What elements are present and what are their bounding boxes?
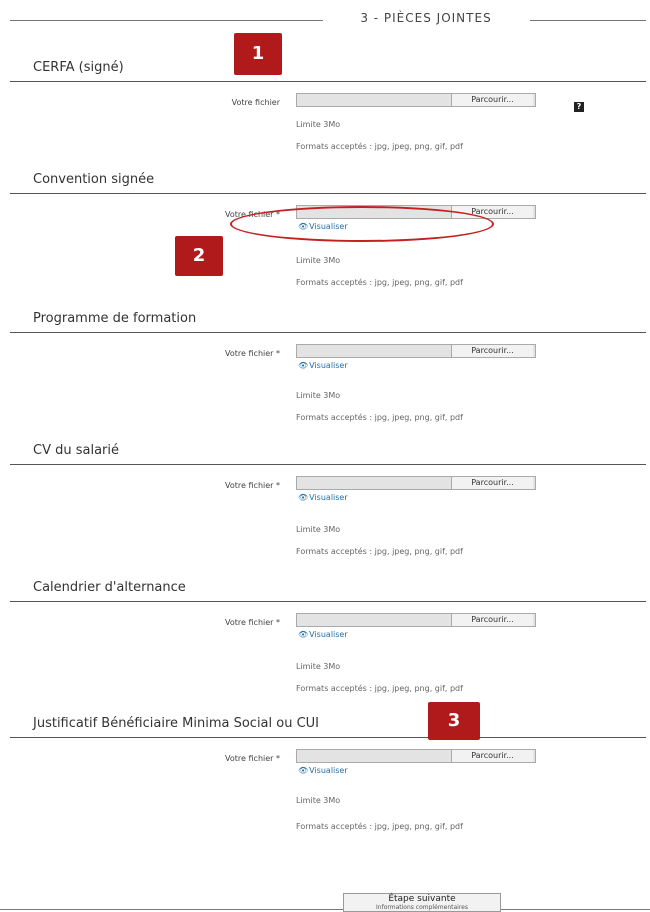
annotation-highlight-ellipse	[230, 206, 494, 242]
size-limit: Limite 3Mo	[296, 120, 341, 129]
page-title: 3 - PIÈCES JOINTES	[360, 11, 492, 25]
header-rule-right	[530, 20, 646, 21]
section-programme: Programme de formation Votre fichier * P…	[0, 311, 650, 451]
file-input-calendrier[interactable]: Parcourir...	[296, 613, 536, 627]
size-limit: Limite 3Mo	[296, 796, 341, 805]
header-rule-left	[10, 20, 323, 21]
visualize-link[interactable]: 👁Visualiser	[298, 766, 348, 775]
section-divider	[10, 193, 646, 194]
section-title: CV du salarié	[33, 443, 119, 458]
section-divider	[10, 464, 646, 465]
eye-icon: 👁	[298, 493, 309, 502]
eye-icon: 👁	[298, 766, 309, 775]
visualize-link[interactable]: 👁Visualiser	[298, 630, 348, 639]
browse-button[interactable]: Parcourir...	[451, 750, 533, 762]
browse-button[interactable]: Parcourir...	[451, 345, 533, 357]
accepted-formats: Formats acceptés : jpg, jpeg, png, gif, …	[296, 822, 463, 831]
accepted-formats: Formats acceptés : jpg, jpeg, png, gif, …	[296, 142, 463, 151]
file-field-label: Votre fichier *	[225, 481, 280, 490]
file-input-cv[interactable]: Parcourir...	[296, 476, 536, 490]
browse-button[interactable]: Parcourir...	[451, 614, 533, 626]
annotation-badge-3: 3	[428, 702, 480, 740]
section-divider	[10, 601, 646, 602]
visualize-label: Visualiser	[309, 766, 348, 775]
file-input-justificatif[interactable]: Parcourir...	[296, 749, 536, 763]
accepted-formats: Formats acceptés : jpg, jpeg, png, gif, …	[296, 684, 463, 693]
section-divider	[10, 332, 646, 333]
file-field-label: Votre fichier *	[225, 618, 280, 627]
file-input-cerfa[interactable]: Parcourir...	[296, 93, 536, 107]
visualize-link[interactable]: 👁Visualiser	[298, 361, 348, 370]
visualize-label: Visualiser	[309, 630, 348, 639]
annotation-badge-1: 1	[234, 33, 282, 75]
footer-rule-left	[0, 909, 343, 910]
size-limit: Limite 3Mo	[296, 662, 341, 671]
section-divider	[10, 737, 646, 738]
section-title: Calendrier d'alternance	[33, 580, 186, 595]
section-calendrier: Calendrier d'alternance Votre fichier * …	[0, 580, 650, 720]
section-title: Justificatif Bénéficiaire Minima Social …	[33, 716, 320, 731]
size-limit: Limite 3Mo	[296, 391, 341, 400]
visualize-label: Visualiser	[309, 361, 348, 370]
accepted-formats: Formats acceptés : jpg, jpeg, png, gif, …	[296, 547, 463, 556]
footer-rule-right	[501, 909, 650, 910]
visualize-label: Visualiser	[309, 493, 348, 502]
size-limit: Limite 3Mo	[296, 525, 341, 534]
section-title: Programme de formation	[33, 311, 197, 326]
file-field-label: Votre fichier *	[225, 349, 280, 358]
section-title: Convention signée	[33, 172, 155, 187]
browse-button[interactable]: Parcourir...	[451, 94, 533, 106]
next-step-label: Étape suivante	[388, 894, 456, 904]
section-convention: Convention signée Votre fichier * Parcou…	[0, 172, 650, 312]
eye-icon: 👁	[298, 361, 309, 370]
section-justificatif: Justificatif Bénéficiaire Minima Social …	[0, 716, 650, 856]
browse-button[interactable]: Parcourir...	[451, 477, 533, 489]
section-divider	[10, 81, 646, 82]
file-field-label: Votre fichier *	[225, 754, 280, 763]
file-field-label: Votre fichier	[231, 98, 280, 107]
section-title: CERFA (signé)	[33, 60, 124, 75]
next-step-sublabel: Informations complémentaires	[376, 904, 468, 911]
help-icon[interactable]: ?	[574, 102, 584, 112]
size-limit: Limite 3Mo	[296, 256, 341, 265]
file-input-programme[interactable]: Parcourir...	[296, 344, 536, 358]
eye-icon: 👁	[298, 630, 309, 639]
annotation-badge-2: 2	[175, 236, 223, 276]
section-cv: CV du salarié Votre fichier * Parcourir.…	[0, 443, 650, 583]
accepted-formats: Formats acceptés : jpg, jpeg, png, gif, …	[296, 278, 463, 287]
visualize-link[interactable]: 👁Visualiser	[298, 493, 348, 502]
next-step-button[interactable]: Étape suivante Informations complémentai…	[343, 893, 501, 912]
accepted-formats: Formats acceptés : jpg, jpeg, png, gif, …	[296, 413, 463, 422]
